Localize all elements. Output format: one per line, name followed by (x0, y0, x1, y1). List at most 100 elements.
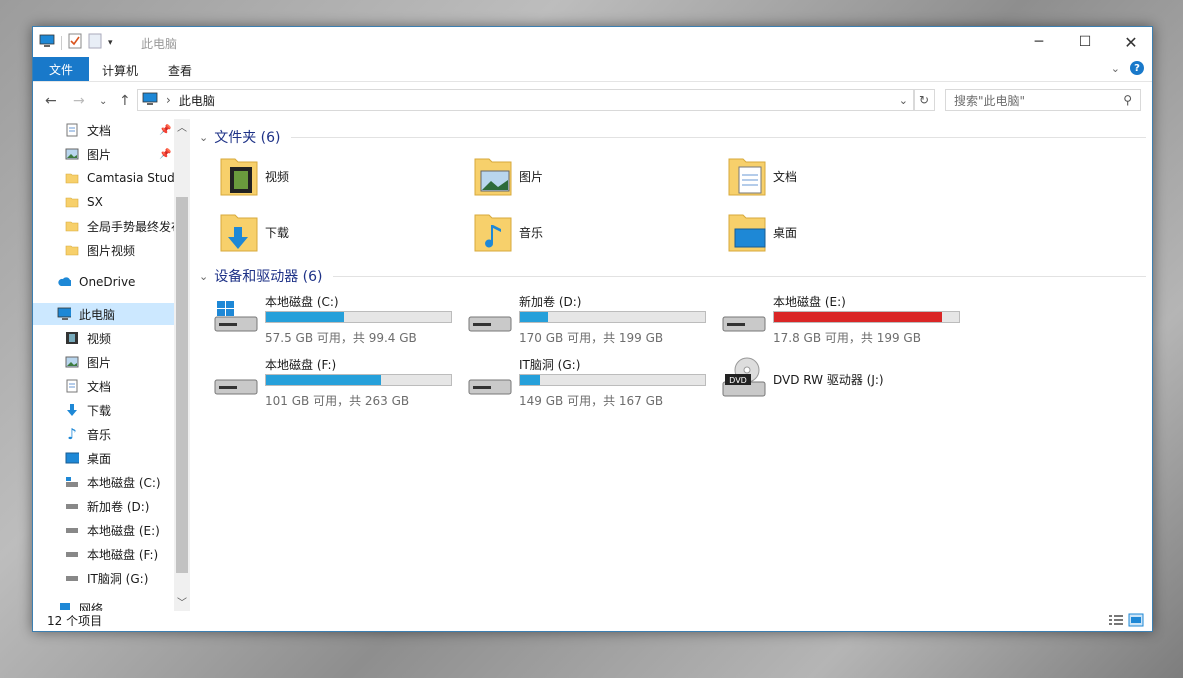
sidebar-item-gesture[interactable]: 全局手势最终发布 (33, 215, 174, 237)
tab-computer[interactable]: 计算机 (102, 62, 138, 79)
recent-locations-icon[interactable]: ⌄ (99, 96, 107, 107)
maximize-button[interactable]: ☐ (1062, 27, 1108, 57)
sidebar-item-music[interactable]: ♪ 音乐 (33, 423, 174, 445)
sidebar-item-label: OneDrive (79, 275, 136, 289)
capacity-bar (519, 374, 706, 386)
folder-pictures[interactable]: 图片 (473, 151, 713, 201)
sidebar-item-documents[interactable]: 文档 📌 (33, 119, 174, 141)
details-view-icon[interactable] (1108, 613, 1124, 630)
drive-icon (65, 547, 79, 561)
drive-f[interactable]: 本地磁盘 (F:) 101 GB 可用，共 263 GB (213, 356, 467, 414)
drive-space: 57.5 GB 可用，共 99.4 GB (265, 331, 417, 345)
sidebar-item-onedrive[interactable]: OneDrive (33, 271, 174, 293)
search-icon[interactable]: ⚲ (1123, 93, 1132, 107)
pin-icon[interactable]: 📌 (159, 149, 171, 160)
folder-label: 图片 (519, 169, 544, 184)
capacity-fill (266, 375, 381, 385)
sidebar-item-drive-f[interactable]: 本地磁盘 (F:) (33, 543, 174, 565)
help-icon[interactable]: ? (1130, 61, 1144, 75)
sidebar-item-camtasia[interactable]: Camtasia Studio (33, 167, 174, 189)
search-placeholder: 搜索"此电脑" (954, 93, 1026, 108)
drive-g[interactable]: IT脑洞 (G:) 149 GB 可用，共 167 GB (467, 356, 721, 414)
search-input[interactable]: 搜索"此电脑" ⚲ (945, 89, 1141, 111)
back-button[interactable]: ← (45, 93, 57, 109)
sidebar-item-label: 图片 (87, 147, 112, 162)
cloud-icon (57, 275, 71, 289)
computer-icon (57, 307, 71, 321)
folder-downloads[interactable]: 下载 (219, 207, 459, 257)
up-button[interactable]: ↑ (119, 93, 131, 109)
video-folder-icon (219, 153, 259, 200)
breadcrumb-separator-icon[interactable]: › (166, 93, 171, 107)
tab-file[interactable]: 文件 (33, 57, 89, 81)
new-folder-icon[interactable] (88, 33, 102, 52)
sidebar-item-label: 文档 (87, 123, 112, 138)
sidebar-item-thispc[interactable]: 此电脑 (33, 303, 174, 325)
computer-icon (142, 92, 158, 109)
capacity-fill (520, 375, 541, 385)
computer-icon[interactable] (39, 34, 55, 51)
capacity-fill (520, 312, 548, 322)
windows-drive-icon (213, 299, 259, 342)
sidebar-item-picvideo[interactable]: 图片视频 (33, 239, 174, 261)
drive-c[interactable]: 本地磁盘 (C:) 57.5 GB 可用，共 99.4 GB (213, 293, 467, 351)
sidebar-item-desktop[interactable]: 桌面 (33, 447, 174, 469)
drive-icon (467, 299, 513, 342)
sidebar-item-drive-d[interactable]: 新加卷 (D:) (33, 495, 174, 517)
forward-button[interactable]: → (73, 93, 85, 109)
large-icons-view-icon[interactable] (1128, 613, 1144, 630)
sidebar-scrollbar[interactable]: ︿ ﹀ (174, 119, 190, 611)
drive-e[interactable]: 本地磁盘 (E:) 17.8 GB 可用，共 199 GB (721, 293, 975, 351)
close-button[interactable]: ✕ (1108, 27, 1154, 57)
drive-j[interactable]: DVD DVD RW 驱动器 (J:) (721, 356, 975, 414)
folder-icon (65, 171, 79, 185)
folder-videos[interactable]: 视频 (219, 151, 459, 201)
sidebar-item-label: IT脑洞 (G:) (87, 571, 149, 586)
group-header-folders[interactable]: ⌄ 文件夹 (6) (199, 127, 1146, 147)
capacity-fill (774, 312, 943, 322)
sidebar-item-pictures-pc[interactable]: 图片 (33, 351, 174, 373)
group-title: 设备和驱动器 (6) (214, 269, 323, 285)
refresh-button[interactable]: ↻ (913, 89, 935, 111)
music-folder-icon (473, 209, 513, 256)
sidebar-item-label: Camtasia Studio (87, 171, 174, 185)
drive-icon (65, 571, 79, 585)
sidebar-item-drive-g[interactable]: IT脑洞 (G:) (33, 567, 174, 589)
properties-icon[interactable] (68, 33, 82, 52)
sidebar-item-label: 图片视频 (87, 243, 136, 258)
sidebar-item-sx[interactable]: SX (33, 191, 174, 213)
customize-qat-icon[interactable]: ▾ (108, 38, 113, 48)
scroll-down-icon[interactable]: ﹀ (177, 594, 187, 609)
folder-documents[interactable]: 文档 (727, 151, 967, 201)
folder-label: 音乐 (519, 225, 544, 240)
address-dropdown-icon[interactable]: ⌄ (899, 94, 908, 107)
folder-desktop[interactable]: 桌面 (727, 207, 967, 257)
tab-view[interactable]: 查看 (168, 62, 192, 79)
desktop-icon (65, 451, 79, 465)
chevron-down-icon[interactable]: ⌄ (199, 131, 208, 144)
sidebar-item-label: 此电脑 (79, 307, 116, 322)
sidebar-item-drive-c[interactable]: 本地磁盘 (C:) (33, 471, 174, 493)
drive-name: 本地磁盘 (C:) (265, 295, 339, 309)
sidebar-item-label: 下载 (87, 403, 112, 418)
address-bar[interactable]: › 此电脑 ⌄ (137, 89, 915, 111)
drive-d[interactable]: 新加卷 (D:) 170 GB 可用，共 199 GB (467, 293, 721, 351)
scroll-up-icon[interactable]: ︿ (177, 119, 187, 134)
drive-space: 17.8 GB 可用，共 199 GB (773, 331, 921, 345)
sidebar-item-downloads[interactable]: 下载 (33, 399, 174, 421)
pin-icon[interactable]: 📌 (159, 125, 171, 136)
chevron-down-icon[interactable]: ⌄ (199, 270, 208, 283)
group-header-drives[interactable]: ⌄ 设备和驱动器 (6) (199, 266, 1146, 286)
sidebar-item-documents-pc[interactable]: 文档 (33, 375, 174, 397)
sidebar-item-drive-e[interactable]: 本地磁盘 (E:) (33, 519, 174, 541)
minimize-button[interactable]: ─ (1016, 27, 1062, 57)
sidebar-item-pictures[interactable]: 图片 📌 (33, 143, 174, 165)
expand-ribbon-icon[interactable]: ⌄ (1111, 62, 1120, 75)
scrollbar-thumb[interactable] (176, 197, 188, 573)
sidebar-item-label: 本地磁盘 (C:) (87, 475, 161, 490)
quick-access-toolbar: ▾ (39, 33, 113, 52)
folder-music[interactable]: 音乐 (473, 207, 713, 257)
sidebar-item-videos[interactable]: 视频 (33, 327, 174, 349)
group-title: 文件夹 (6) (214, 130, 281, 146)
breadcrumb[interactable]: 此电脑 (179, 92, 215, 109)
